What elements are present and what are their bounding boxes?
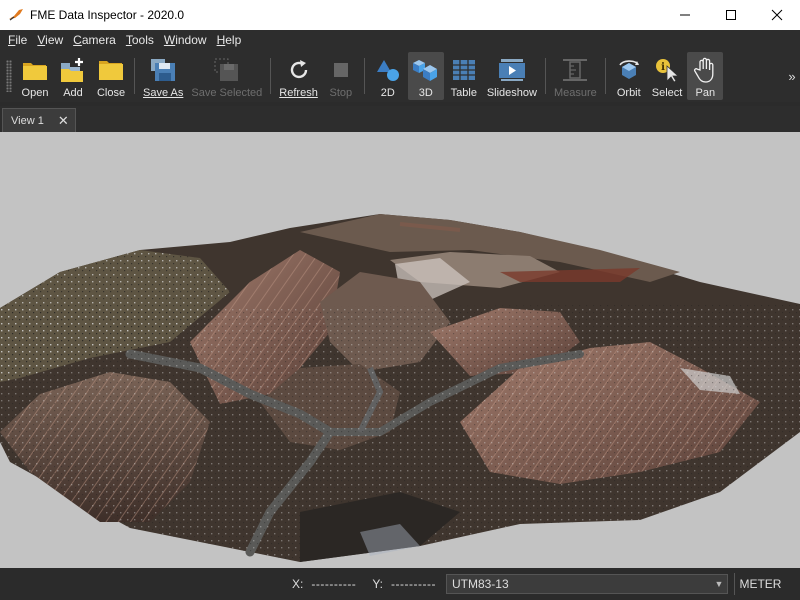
toolbar-separator: [544, 58, 546, 94]
slideshow-button[interactable]: Slideshow: [484, 52, 540, 100]
measure-label: Measure: [553, 87, 597, 99]
menu-view[interactable]: View: [32, 30, 68, 50]
open-button[interactable]: Open: [17, 52, 53, 100]
save-selected-button[interactable]: Save Selected: [188, 52, 265, 100]
open-folder-icon: [23, 63, 47, 80]
minimize-icon: [680, 14, 690, 16]
close-window-button[interactable]: [754, 0, 800, 30]
view-3d-button[interactable]: 3D: [407, 52, 444, 100]
pan-hand-icon: [694, 57, 714, 83]
table-button[interactable]: Table: [446, 52, 482, 100]
select-label: Select: [651, 87, 683, 99]
y-coord-value: ----------: [391, 577, 436, 591]
maximize-button[interactable]: [708, 0, 754, 30]
refresh-label: Refresh: [279, 87, 318, 99]
save-as-button[interactable]: Save As: [140, 52, 186, 100]
chevron-down-icon: ▼: [714, 579, 724, 589]
cube-3d-icon: [412, 60, 437, 81]
save-as-icon: [151, 59, 176, 81]
view-3d-label: 3D: [418, 87, 433, 99]
app-logo-icon: [9, 9, 23, 21]
pan-button[interactable]: Pan: [687, 52, 724, 100]
slideshow-icon: [498, 59, 525, 81]
coordinate-system-select[interactable]: UTM83-13 ▼: [445, 574, 728, 594]
y-coord-label: Y:: [372, 577, 383, 591]
table-label: Table: [450, 87, 477, 99]
add-label: Add: [63, 87, 83, 99]
close-label: Close: [96, 87, 126, 99]
main-toolbar: Open Add Close Save As Save Selected Ref…: [0, 50, 800, 102]
toolbar-separator: [363, 58, 365, 94]
window-title: FME Data Inspector - 2020.0: [30, 8, 185, 22]
close-folder-icon: [99, 61, 123, 80]
title-bar: FME Data Inspector - 2020.0: [0, 0, 800, 30]
tab-view-1[interactable]: View 1 ✕: [2, 108, 76, 132]
menu-help[interactable]: Help: [212, 30, 247, 50]
toolbar-separator: [134, 58, 135, 94]
3d-view-canvas[interactable]: [0, 132, 800, 568]
menu-camera[interactable]: Camera: [68, 30, 121, 50]
coordinate-system-value: UTM83-13: [451, 577, 509, 591]
stop-icon: [333, 63, 348, 77]
view-tab-bar: View 1 ✕: [0, 106, 800, 132]
shapes-2d-icon: [376, 60, 399, 81]
minimize-button[interactable]: [662, 0, 708, 30]
table-icon: [452, 60, 475, 80]
x-coord-label: X:: [292, 577, 304, 591]
toolbar-separator: [270, 58, 272, 94]
select-button[interactable]: i Select: [649, 52, 686, 100]
orbit-icon: [619, 60, 639, 79]
close-dataset-button[interactable]: Close: [93, 52, 129, 100]
save-selected-icon: [214, 58, 238, 81]
save-selected-label: Save Selected: [191, 87, 263, 99]
orbit-button[interactable]: Orbit: [611, 52, 647, 100]
menu-bar: File View Camera Tools Window Help: [0, 30, 800, 50]
tab-close-icon[interactable]: ✕: [58, 113, 69, 129]
menu-file[interactable]: File: [3, 30, 32, 50]
point-cloud-terrain: [0, 214, 800, 562]
open-label: Open: [21, 87, 49, 99]
refresh-button[interactable]: Refresh: [276, 52, 321, 100]
select-cursor-icon: i: [656, 59, 680, 82]
menu-window[interactable]: Window: [159, 30, 212, 50]
toolbar-overflow-button[interactable]: »: [784, 50, 800, 102]
orbit-label: Orbit: [616, 87, 641, 99]
units-label: METER: [733, 573, 786, 595]
add-button[interactable]: Add: [55, 52, 91, 100]
measure-button[interactable]: Measure: [551, 52, 600, 100]
tab-label: View 1: [11, 114, 44, 127]
menu-tools[interactable]: Tools: [121, 30, 159, 50]
slideshow-label: Slideshow: [486, 87, 537, 99]
toolbar-grip[interactable]: [6, 60, 12, 92]
measure-icon: [563, 59, 588, 81]
toolbar-separator: [604, 58, 606, 94]
view-2d-button[interactable]: 2D: [370, 52, 406, 100]
add-dataset-icon: [61, 58, 83, 82]
refresh-icon: [290, 60, 307, 79]
close-icon: [771, 9, 783, 21]
status-bar: X: ---------- Y: ---------- UTM83-13 ▼ M…: [0, 568, 800, 600]
stop-label: Stop: [329, 87, 353, 99]
save-as-label: Save As: [143, 87, 184, 99]
svg-text:i: i: [661, 62, 665, 73]
x-coord-value: ----------: [311, 577, 357, 591]
view-2d-label: 2D: [380, 87, 395, 99]
maximize-icon: [726, 10, 736, 20]
pan-label: Pan: [695, 87, 716, 99]
stop-button[interactable]: Stop: [323, 52, 359, 100]
